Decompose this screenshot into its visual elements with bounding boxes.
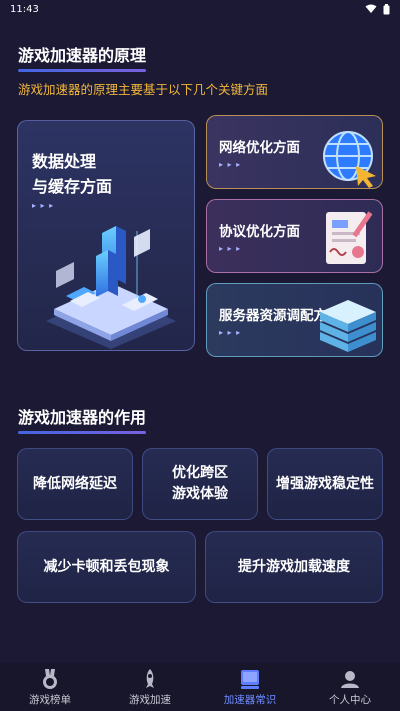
status-icons (365, 3, 390, 15)
arrow-dots-icon: ▸ ▸ ▸ (219, 328, 242, 337)
tab-label: 个人中心 (329, 693, 371, 706)
title-underline (18, 431, 147, 434)
effect-reduce-lag[interactable]: 减少卡顿和丢包现象 (17, 531, 196, 603)
battery-icon (383, 3, 390, 14)
medal-icon (43, 668, 57, 689)
data-cache-card-label: 数据处理 与缓存方面 (32, 149, 112, 199)
network-optimization-card[interactable]: 网络优化方面 ▸ ▸ ▸ (206, 115, 383, 189)
tab-game-boost[interactable]: 游戏加速 (100, 663, 200, 711)
tab-booster-knowledge[interactable]: 加速器常识 (200, 663, 300, 711)
data-cache-label-line1: 数据处理 (32, 152, 97, 171)
tab-profile[interactable]: 个人中心 (300, 663, 400, 711)
protocol-optimization-card[interactable]: 协议优化方面 ▸ ▸ ▸ (206, 199, 383, 273)
arrow-dots-icon: ▸ ▸ ▸ (32, 201, 55, 210)
effect-label-line1: 优化跨区 (172, 465, 228, 481)
user-icon (341, 670, 359, 688)
tab-game-ranking[interactable]: 游戏榜单 (0, 663, 100, 711)
contract-document-icon (326, 211, 373, 264)
effect-reduce-latency[interactable]: 降低网络延迟 (17, 448, 133, 520)
effect-label: 降低网络延迟 (33, 475, 117, 492)
principle-title-text: 游戏加速器的原理 (18, 46, 147, 65)
effect-cross-region[interactable]: 优化跨区 游戏体验 (142, 448, 258, 520)
title-underline (18, 69, 147, 72)
book-icon (241, 669, 259, 689)
principle-intro: 游戏加速器的原理主要基于以下几个关键方面 (18, 82, 269, 97)
wifi-icon (365, 4, 377, 13)
tab-label: 游戏加速 (129, 693, 171, 706)
role-section-title: 游戏加速器的作用 (18, 404, 147, 434)
tab-label: 加速器常识 (223, 693, 277, 706)
effect-stability[interactable]: 增强游戏稳定性 (267, 448, 383, 520)
arrow-dots-icon: ▸ ▸ ▸ (219, 160, 242, 169)
globe-icon (323, 131, 376, 188)
effect-loading-speed[interactable]: 提升游戏加载速度 (205, 531, 383, 603)
effect-label: 优化跨区 游戏体验 (172, 463, 228, 505)
effect-label: 增强游戏稳定性 (276, 475, 374, 492)
arrow-dots-icon: ▸ ▸ ▸ (219, 244, 242, 253)
network-optimization-label: 网络优化方面 (219, 140, 300, 156)
bottom-tab-bar: 游戏榜单 游戏加速 加速器常识 个人中心 (0, 663, 400, 711)
principle-section-title: 游戏加速器的原理 (18, 42, 147, 72)
data-cache-label-line2: 与缓存方面 (32, 177, 113, 196)
server-stack-icon (320, 300, 376, 352)
effect-label-line2: 游戏体验 (172, 486, 228, 502)
protocol-optimization-label: 协议优化方面 (219, 224, 300, 240)
role-title-text: 游戏加速器的作用 (18, 408, 147, 427)
effect-label: 减少卡顿和丢包现象 (43, 558, 170, 575)
data-cache-card[interactable]: 数据处理 与缓存方面 ▸ ▸ ▸ (17, 120, 195, 351)
isometric-data-illustration-icon (46, 226, 176, 349)
tab-label: 游戏榜单 (29, 693, 71, 706)
status-bar: 11:43 (0, 0, 400, 18)
server-resource-card[interactable]: 服务器资源调配方面 ▸ ▸ ▸ (206, 283, 383, 357)
effect-label: 提升游戏加载速度 (238, 558, 350, 575)
status-time: 11:43 (10, 3, 39, 15)
rocket-icon (146, 668, 154, 688)
